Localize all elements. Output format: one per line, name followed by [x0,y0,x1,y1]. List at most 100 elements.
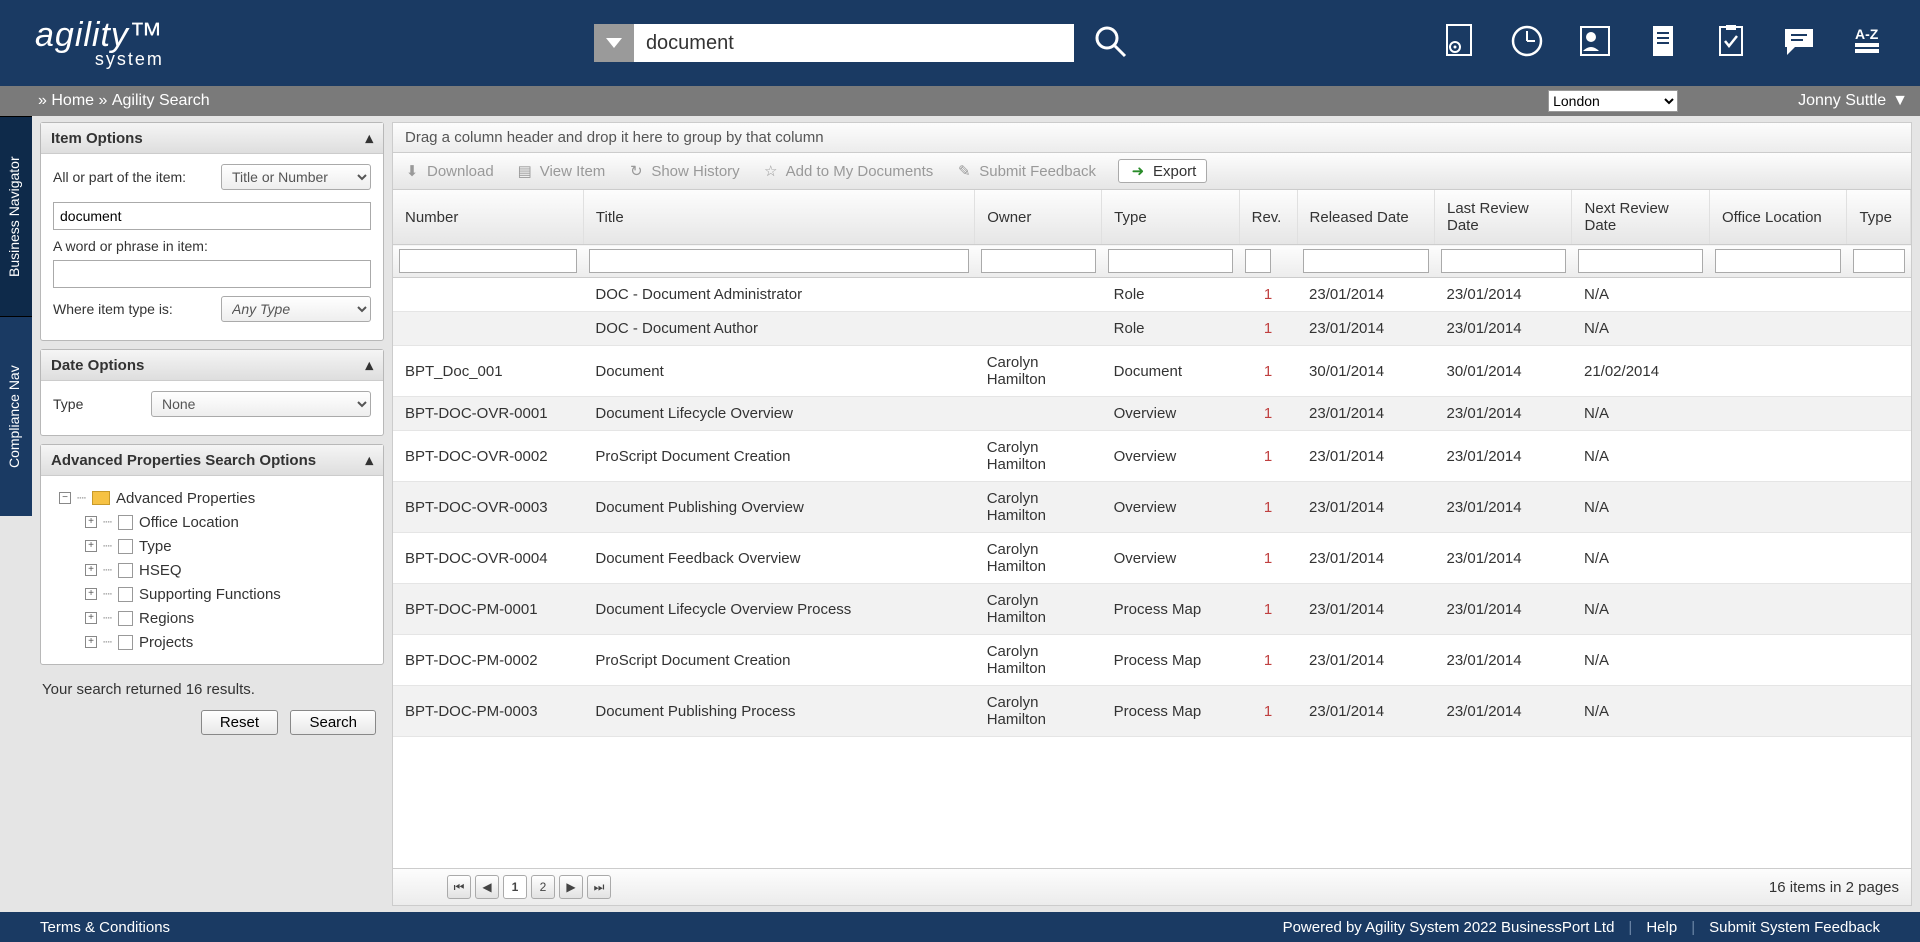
panel-header-advanced[interactable]: Advanced Properties Search Options ▴ [41,445,383,476]
tree-root[interactable]: − ┈ Advanced Properties [53,486,371,510]
tree-expand-icon[interactable]: + [85,636,97,648]
table-row[interactable]: BPT-DOC-PM-0002ProScript Document Creati… [393,635,1911,686]
table-row[interactable]: BPT-DOC-OVR-0001Document Lifecycle Overv… [393,397,1911,431]
select-date-type[interactable]: None [151,391,371,417]
select-any-type[interactable]: Any Type [221,296,371,322]
contact-icon[interactable] [1577,23,1613,64]
input-item-text[interactable] [53,202,371,230]
filter-released[interactable] [1303,249,1428,273]
table-row[interactable]: DOC - Document AuthorRole123/01/201423/0… [393,312,1911,346]
toolbar-export[interactable]: ➜Export [1118,159,1207,183]
table-row[interactable]: BPT-DOC-OVR-0002ProScript Document Creat… [393,431,1911,482]
group-by-hint[interactable]: Drag a column header and drop it here to… [393,123,1911,153]
footer-terms[interactable]: Terms & Conditions [40,919,170,936]
toolbar-add[interactable]: ☆Add to My Documents [762,159,934,183]
checkbox[interactable] [118,539,133,554]
tree-label: Office Location [139,514,239,531]
user-menu[interactable]: Jonny Suttle ▼ [1798,92,1908,110]
col-next-review[interactable]: Next Review Date [1572,190,1709,245]
filter-title[interactable] [589,249,968,273]
filter-next[interactable] [1578,249,1703,273]
tab-business-navigator[interactable]: Business Navigator [0,116,32,316]
location-select[interactable]: London [1548,90,1678,112]
checkbox[interactable] [118,515,133,530]
cell-type2 [1847,686,1911,737]
tree-item[interactable]: +┈Office Location [53,510,371,534]
tree-expand-icon[interactable]: + [85,516,97,528]
tree-expand-icon[interactable]: + [85,540,97,552]
tab-compliance-nav[interactable]: Compliance Nav [0,316,32,516]
filter-office[interactable] [1715,249,1840,273]
footer-feedback[interactable]: Submit System Feedback [1709,919,1880,936]
clock-icon[interactable] [1509,23,1545,64]
tree-item[interactable]: +┈Type [53,534,371,558]
col-number[interactable]: Number [393,190,583,245]
col-owner[interactable]: Owner [975,190,1102,245]
table-row[interactable]: BPT-DOC-OVR-0004Document Feedback Overvi… [393,533,1911,584]
tree-item[interactable]: +┈Supporting Functions [53,582,371,606]
checkbox[interactable] [118,587,133,602]
pager-page-2[interactable]: 2 [531,875,555,899]
document-icon[interactable] [1645,23,1681,64]
cell-number: BPT_Doc_001 [393,346,583,397]
filter-owner[interactable] [981,249,1096,273]
cell-title: Document [583,346,974,397]
tree-collapse-icon[interactable]: − [59,492,71,504]
pager-first[interactable]: ⏮ [447,875,471,899]
toolbar-download[interactable]: ⬇Download [403,159,494,183]
tree-item[interactable]: +┈Projects [53,630,371,654]
logo[interactable]: agility™ system [35,16,164,70]
tree-expand-icon[interactable]: + [85,564,97,576]
toolbar-feedback[interactable]: ✎Submit Feedback [955,159,1096,183]
search-input[interactable] [634,24,1074,62]
breadcrumb-home[interactable]: Home [51,92,94,110]
search-type-dropdown[interactable] [594,24,634,62]
col-rev[interactable]: Rev. [1239,190,1297,245]
tree-item[interactable]: +┈HSEQ [53,558,371,582]
table-row[interactable]: BPT-DOC-OVR-0003Document Publishing Over… [393,482,1911,533]
toolbar-history[interactable]: ↻Show History [627,159,739,183]
clipboard-icon[interactable] [1713,23,1749,64]
tree-expand-icon[interactable]: + [85,612,97,624]
select-title-or-number[interactable]: Title or Number [221,164,371,190]
input-word-phrase[interactable] [53,260,371,288]
folder-icon [92,491,110,505]
search-button[interactable] [1092,23,1128,64]
footer-help[interactable]: Help [1646,919,1677,936]
search-button-side[interactable]: Search [290,710,376,735]
pager-page-1[interactable]: 1 [503,875,527,899]
glossary-icon[interactable]: A-Z [1849,23,1885,64]
col-type2[interactable]: Type [1847,190,1911,245]
col-type[interactable]: Type [1102,190,1239,245]
cell-next: N/A [1572,431,1709,482]
table-row[interactable]: DOC - Document AdministratorRole123/01/2… [393,278,1911,312]
panel-header-date[interactable]: Date Options ▴ [41,350,383,381]
panel-header-item[interactable]: Item Options ▴ [41,123,383,154]
tree-expand-icon[interactable]: + [85,588,97,600]
col-office[interactable]: Office Location [1709,190,1846,245]
checkbox[interactable] [118,635,133,650]
filter-type2[interactable] [1853,249,1905,273]
col-title[interactable]: Title [583,190,974,245]
checkbox[interactable] [118,611,133,626]
table-row[interactable]: BPT-DOC-PM-0001Document Lifecycle Overvi… [393,584,1911,635]
filter-rev[interactable] [1245,249,1271,273]
toolbar-view[interactable]: ▤View Item [516,159,606,183]
table-row[interactable]: BPT_Doc_001DocumentCarolynHamiltonDocume… [393,346,1911,397]
reset-button[interactable]: Reset [201,710,278,735]
settings-doc-icon[interactable] [1441,23,1477,64]
chat-icon[interactable] [1781,23,1817,64]
filter-last[interactable] [1441,249,1566,273]
cell-number [393,312,583,346]
filter-number[interactable] [399,249,577,273]
filter-type[interactable] [1108,249,1233,273]
pager-prev[interactable]: ◀ [475,875,499,899]
results-grid: Drag a column header and drop it here to… [392,122,1912,906]
col-released[interactable]: Released Date [1297,190,1434,245]
col-last-review[interactable]: Last Review Date [1435,190,1572,245]
tree-item[interactable]: +┈Regions [53,606,371,630]
pager-last[interactable]: ⏭ [587,875,611,899]
pager-next[interactable]: ▶ [559,875,583,899]
table-row[interactable]: BPT-DOC-PM-0003Document Publishing Proce… [393,686,1911,737]
checkbox[interactable] [118,563,133,578]
